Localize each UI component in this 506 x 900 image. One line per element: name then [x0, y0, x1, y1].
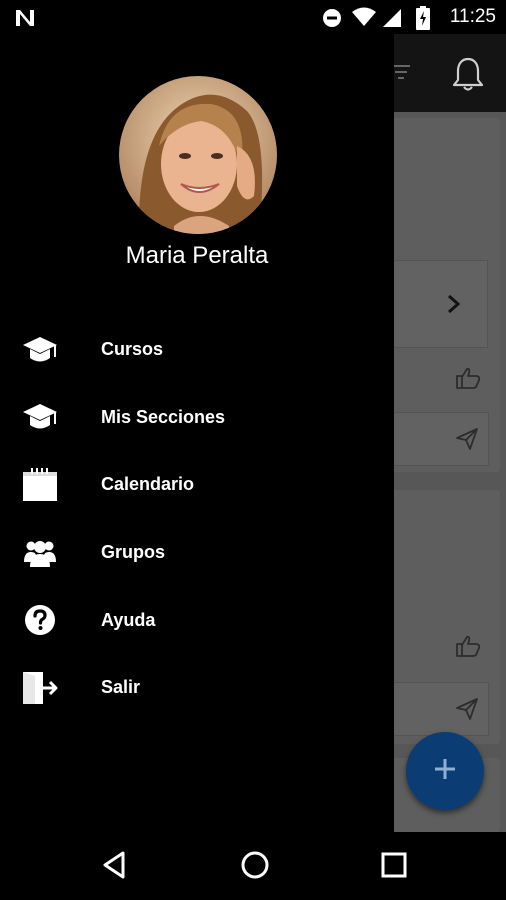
home-icon[interactable]	[240, 850, 270, 885]
notifications-bell-icon[interactable]	[452, 56, 484, 97]
menu-item-mis-secciones[interactable]: Mis Secciones	[0, 384, 394, 452]
graduation-cap-icon	[22, 332, 58, 368]
cellular-signal-icon	[382, 8, 402, 33]
logout-icon	[22, 670, 58, 706]
comment-row-2[interactable]	[380, 682, 489, 736]
clock: 11:25	[449, 6, 496, 27]
plus-icon	[434, 758, 456, 785]
send-icon[interactable]	[455, 427, 479, 456]
user-name: Maria Peralta	[125, 242, 269, 269]
navigation-drawer: Maria Peralta Cursos Mis Secciones Calen…	[0, 34, 394, 832]
filter-icon[interactable]	[392, 64, 410, 85]
notification-n-icon	[14, 8, 36, 33]
recents-icon[interactable]	[380, 851, 408, 884]
menu-item-label: Mis Secciones	[101, 406, 226, 427]
menu-item-label: Salir	[101, 677, 141, 698]
chevron-right-icon[interactable]	[447, 294, 461, 319]
help-icon	[22, 602, 58, 638]
menu-item-label: Calendario	[101, 474, 195, 495]
menu-item-calendario[interactable]: Calendario	[0, 451, 394, 519]
drawer-menu: Cursos Mis Secciones Calendario Grupos A…	[0, 316, 394, 722]
graduation-cap-icon	[22, 399, 58, 435]
battery-charging-icon	[416, 6, 430, 35]
menu-item-grupos[interactable]: Grupos	[0, 519, 394, 587]
do-not-disturb-icon	[322, 8, 342, 33]
calendar-icon	[22, 467, 58, 503]
like-icon[interactable]	[455, 634, 481, 663]
menu-item-label: Grupos	[101, 542, 166, 563]
post-card-1-row[interactable]	[380, 260, 488, 348]
comment-row-1[interactable]	[380, 412, 489, 466]
send-icon[interactable]	[455, 697, 479, 726]
system-navigation-bar	[0, 832, 506, 900]
add-fab-button[interactable]	[406, 732, 484, 810]
menu-item-ayuda[interactable]: Ayuda	[0, 586, 394, 654]
wifi-icon	[352, 7, 376, 32]
menu-item-cursos[interactable]: Cursos	[0, 316, 394, 384]
menu-item-label: Ayuda	[101, 609, 156, 630]
status-bar: 11:25	[0, 0, 506, 34]
back-icon[interactable]	[102, 850, 126, 885]
avatar[interactable]	[119, 76, 277, 234]
group-icon	[22, 535, 58, 571]
menu-item-salir[interactable]: Salir	[0, 654, 394, 722]
like-icon[interactable]	[455, 366, 481, 395]
menu-item-label: Cursos	[101, 339, 164, 360]
